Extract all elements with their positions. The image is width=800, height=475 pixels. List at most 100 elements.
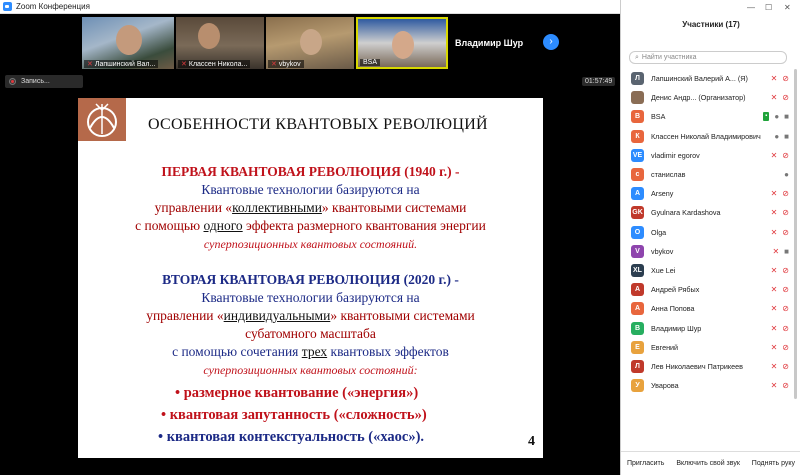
video-thumb-active[interactable]: BSA (356, 17, 448, 69)
avatar: GK (631, 206, 644, 220)
participant-row[interactable]: VE vladimir egorov ✕ ⊘ (621, 146, 800, 165)
close-icon[interactable]: ✕ (784, 3, 791, 12)
record-icon (9, 78, 16, 85)
avatar: VE (631, 148, 644, 162)
participant-row[interactable]: E Евгений ✕ ⊘ (621, 338, 800, 357)
next-video-button[interactable]: › (543, 34, 559, 50)
participant-name: Евгений (651, 342, 679, 352)
camera-icon[interactable]: ■ (784, 247, 789, 256)
camera-off-icon[interactable]: ⊘ (782, 285, 789, 294)
camera-off-icon[interactable]: ⊘ (782, 324, 789, 333)
mic-muted-icon[interactable]: ✕ (772, 247, 779, 256)
camera-off-icon[interactable]: ⊘ (782, 304, 789, 313)
mic-muted-icon[interactable]: ✕ (771, 362, 778, 371)
slide-italic-line: суперпозиционных квантовых состояний. (203, 237, 418, 251)
participant-row[interactable]: У Уварова ✕ ⊘ (621, 376, 800, 395)
camera-icon[interactable]: ■ (784, 112, 789, 121)
participant-row[interactable]: O Olga ✕ ⊘ (621, 223, 800, 242)
mic-icon[interactable]: ● (784, 170, 789, 179)
slide-underlined-word: трех (301, 344, 328, 359)
participant-status-icons: ✕ ⊘ (771, 93, 789, 102)
participant-list: Л Лапшинский Валерий А... (Я) ✕ ⊘ Денис Андр… (621, 69, 800, 395)
participant-row[interactable]: XL Xue Lei ✕ ⊘ (621, 261, 800, 280)
participant-row[interactable]: Денис Андр... (Организатор) ✕ ⊘ (621, 88, 800, 107)
minimize-icon[interactable]: — (747, 3, 755, 12)
mic-muted-icon[interactable]: ✕ (771, 343, 778, 352)
camera-off-icon[interactable]: ⊘ (782, 208, 789, 217)
camera-icon[interactable]: ■ (784, 132, 789, 141)
participant-name: vladimir egorov (651, 150, 700, 160)
mic-muted-icon[interactable]: ✕ (771, 381, 778, 390)
participant-row[interactable]: A Анна Попова ✕ ⊘ (621, 299, 800, 318)
participant-status-icons: ▪ ● ■ (763, 112, 789, 122)
avatar: XL (631, 263, 644, 277)
search-icon: ⌕ (635, 53, 639, 61)
camera-off-icon[interactable]: ⊘ (782, 381, 789, 390)
camera-off-icon[interactable]: ⊘ (782, 189, 789, 198)
participant-status-icons: ✕ ⊘ (771, 189, 789, 198)
participant-row[interactable]: с станислав ● (621, 165, 800, 184)
mic-muted-icon[interactable]: ✕ (771, 74, 778, 83)
participant-name: станислав (651, 170, 686, 180)
video-strip: ✕ Лапшинский Вал... ✕ Классен Никола... ✕ v… (0, 14, 620, 70)
mic-muted-icon: ✕ (87, 61, 93, 68)
thumb-label: ✕ Классен Никола... (178, 60, 251, 68)
recording-indicator[interactable]: Запись... (5, 75, 83, 88)
mic-muted-icon[interactable]: ✕ (771, 189, 778, 198)
participant-status-icons: ✕ ⊘ (771, 74, 789, 83)
camera-off-icon[interactable]: ⊘ (782, 228, 789, 237)
mic-muted-icon[interactable]: ✕ (771, 285, 778, 294)
participant-name: Gyulnara Kardashova (651, 208, 721, 218)
participant-scrollbar[interactable] (793, 69, 798, 447)
thumb-label: ✕ vbykov (268, 60, 304, 68)
camera-off-icon[interactable]: ⊘ (782, 266, 789, 275)
window-title: Zoom Конференция (16, 2, 90, 11)
mic-muted-icon[interactable]: ✕ (771, 324, 778, 333)
participant-row[interactable]: GK Gyulnara Kardashova ✕ ⊘ (621, 203, 800, 222)
zoom-logo-icon (3, 2, 12, 11)
mic-muted-icon[interactable]: ✕ (771, 208, 778, 217)
thumb-label: ✕ Лапшинский Вал... (84, 60, 159, 68)
participant-row[interactable]: Л Лапшинский Валерий А... (Я) ✕ ⊘ (621, 69, 800, 88)
speaking-indicator-icon[interactable]: ▪ (763, 112, 770, 122)
mic-icon[interactable]: ● (774, 112, 779, 121)
mic-muted-icon[interactable]: ✕ (771, 266, 778, 275)
participant-search-input[interactable]: ⌕ Найти участника (629, 51, 787, 64)
camera-off-icon[interactable]: ⊘ (782, 74, 789, 83)
avatar: V (631, 244, 644, 258)
participant-row[interactable]: B BSA ▪ ● ■ (621, 107, 800, 126)
mic-muted-icon[interactable]: ✕ (771, 151, 778, 160)
avatar: E (631, 340, 644, 354)
video-thumb[interactable]: ✕ vbykov (266, 17, 354, 69)
participant-row[interactable]: Л Лев Николаевич Патрикеев ✕ ⊘ (621, 357, 800, 376)
mic-muted-icon[interactable]: ✕ (771, 228, 778, 237)
video-thumb[interactable]: ✕ Классен Никола... (176, 17, 264, 69)
person-figure (116, 25, 142, 55)
slide-italic-line: суперпозиционных квантовых состояний: (203, 363, 418, 377)
camera-off-icon[interactable]: ⊘ (782, 151, 789, 160)
raise-hand-button[interactable]: Поднять руку (749, 458, 798, 469)
participant-row[interactable]: Vvbykov ✕ ■ (621, 242, 800, 261)
mic-muted-icon[interactable]: ✕ (771, 93, 778, 102)
video-thumb[interactable]: ✕ Лапшинский Вал... (82, 17, 174, 69)
camera-off-icon[interactable]: ⊘ (782, 343, 789, 352)
participant-row[interactable]: A Андрей Рябых ✕ ⊘ (621, 280, 800, 299)
maximize-icon[interactable]: ☐ (765, 3, 772, 12)
participant-status-icons: ● (784, 170, 789, 179)
camera-off-icon[interactable]: ⊘ (782, 362, 789, 371)
participant-row[interactable]: A Arseny ✕ ⊘ (621, 184, 800, 203)
mic-icon[interactable]: ● (774, 132, 779, 141)
participant-row[interactable]: В Владимир Шур ✕ ⊘ (621, 318, 800, 337)
camera-off-icon[interactable]: ⊘ (782, 93, 789, 102)
mic-muted-icon[interactable]: ✕ (771, 304, 778, 313)
participant-status-icons: ✕ ⊘ (771, 304, 789, 313)
slide-bullet: • размерное квантование («энергия») (175, 385, 419, 401)
participant-status-icons: ✕ ■ (772, 247, 789, 256)
participant-status-icons: ✕ ⊘ (771, 208, 789, 217)
unmute-self-button[interactable]: Включить свой звук (673, 458, 743, 469)
invite-button[interactable]: Пригласить (624, 458, 667, 469)
avatar: В (631, 321, 644, 335)
participant-row[interactable]: К Классен Николай Владимирович ● ■ (621, 127, 800, 146)
participant-name: vbykov (651, 246, 674, 256)
scrollbar-thumb[interactable] (794, 69, 797, 399)
